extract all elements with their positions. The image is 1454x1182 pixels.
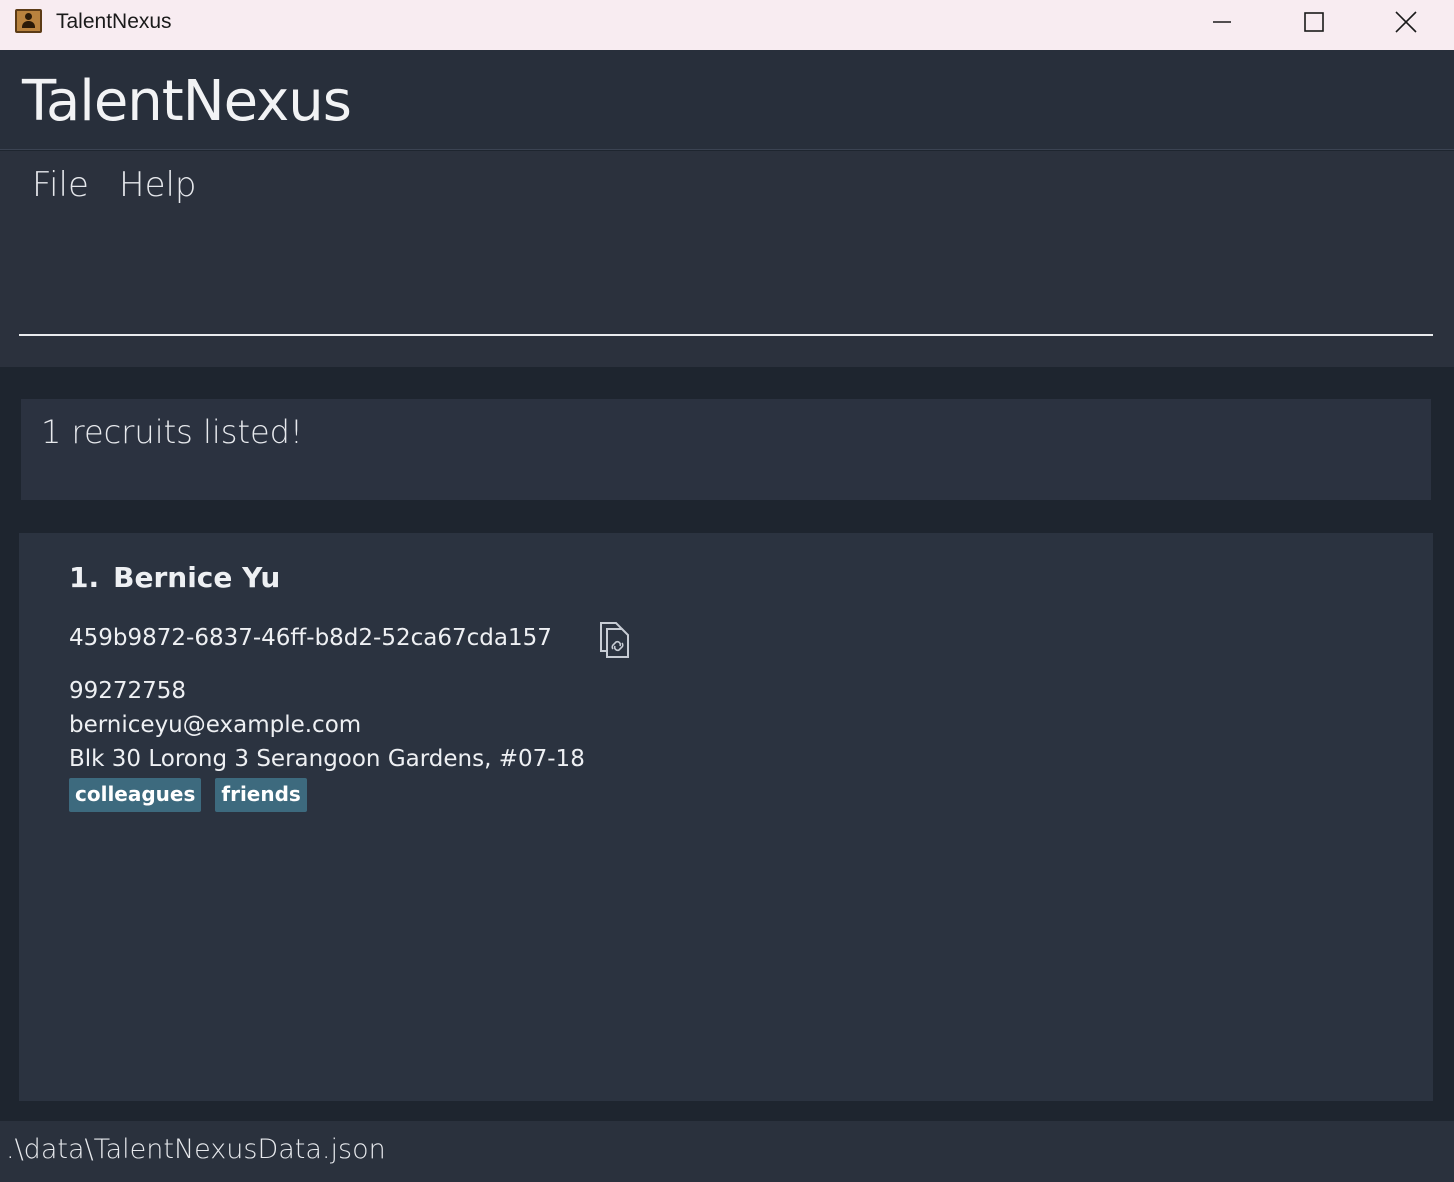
tag-badge: colleagues (69, 778, 202, 812)
command-input[interactable] (19, 296, 1433, 336)
window-title: TalentNexus (56, 10, 172, 33)
tag-badge: friends (215, 778, 307, 812)
recruit-name: Bernice Yu (113, 561, 281, 594)
recruit-index: 1. (69, 561, 100, 594)
recruit-address: Blk 30 Lorong 3 Serangoon Gardens, #07-1… (69, 746, 585, 772)
status-bar: .\data\TalentNexusData.json (0, 1121, 1454, 1182)
recruit-phone: 99272758 (69, 678, 187, 704)
result-display: 1 recruits listed! (21, 399, 1431, 500)
recruit-tags: colleagues friends (69, 778, 307, 812)
close-button[interactable] (1360, 0, 1452, 44)
app-header: TalentNexus (0, 50, 1454, 150)
recruit-card-header: 1. Bernice Yu (69, 561, 280, 594)
menu-file[interactable]: File (32, 165, 89, 205)
window-titlebar: TalentNexus (0, 0, 1454, 50)
recruit-list-panel[interactable]: 1. Bernice Yu 459b9872-6837-46ff-b8d2-52… (19, 533, 1433, 1101)
minimize-button[interactable] (1176, 0, 1268, 44)
app-title: TalentNexus (22, 69, 352, 134)
result-message: 1 recruits listed! (41, 413, 303, 451)
minimize-icon (1213, 21, 1231, 23)
copy-link-icon[interactable] (594, 621, 634, 659)
contact-book-icon (15, 9, 42, 33)
menu-help[interactable]: Help (119, 165, 197, 205)
recruit-email: berniceyu@example.com (69, 712, 362, 738)
maximize-icon (1304, 12, 1324, 32)
close-icon (1395, 11, 1417, 33)
command-area: File Help (0, 151, 1454, 367)
maximize-button[interactable] (1268, 0, 1360, 44)
data-file-path: .\data\TalentNexusData.json (6, 1134, 386, 1165)
recruit-id: 459b9872-6837-46ff-b8d2-52ca67cda157 (69, 625, 552, 651)
